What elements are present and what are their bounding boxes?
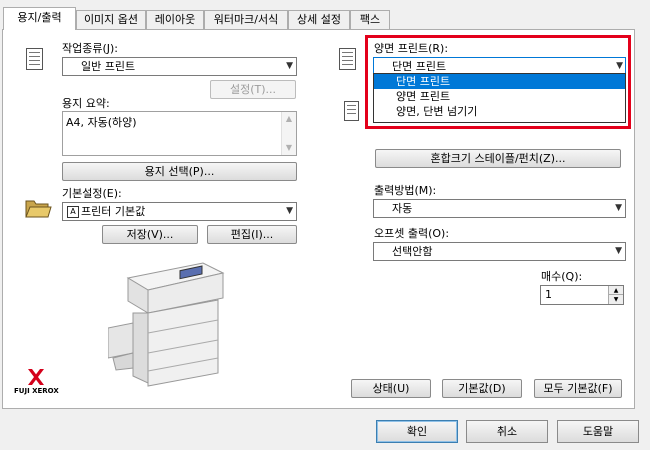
copies-spinner[interactable]: 1 ▲ ▼ [540, 285, 624, 305]
chevron-down-icon: ▼ [286, 61, 293, 71]
mixed-size-staple-button[interactable]: 혼합크기 스테이플/펀치(Z)... [375, 149, 621, 168]
save-preset-button[interactable]: 저장(V)... [102, 225, 198, 244]
offset-label: 오프셋 출력(O): [374, 227, 450, 240]
job-type-select[interactable]: 일반 프린트 ▼ [62, 57, 297, 76]
status-button[interactable]: 상태(U) [351, 379, 431, 398]
preset-value: 프린터 기본값 [81, 205, 146, 218]
ok-button[interactable]: 확인 [376, 420, 458, 443]
preset-select[interactable]: A 프린터 기본값 ▼ [62, 202, 297, 221]
offset-value: 선택안함 [392, 245, 433, 258]
chevron-down-icon: ▼ [615, 246, 622, 256]
job-type-label: 작업종류(J): [62, 42, 119, 55]
defaults-button[interactable]: 기본값(D) [442, 379, 522, 398]
tab-paper-output[interactable]: 용지/출력 [3, 7, 76, 30]
folder-icon [24, 196, 52, 220]
brand-text: FUJI XEROX [14, 387, 59, 395]
tab-watermark[interactable]: 워터마크/서식 [204, 10, 288, 29]
output-method-value: 자동 [392, 202, 413, 215]
output-method-label: 출력방법(M): [374, 184, 437, 197]
edit-preset-button[interactable]: 편집(I)... [207, 225, 297, 244]
paper-summary-box: A4, 자동(하양) ▲ ▼ [62, 111, 297, 156]
tab-layout[interactable]: 레이아웃 [146, 10, 204, 29]
help-button[interactable]: 도움말 [557, 420, 639, 443]
paper-summary-label: 용지 요약: [62, 97, 110, 110]
preset-a-icon: A [67, 206, 79, 218]
duplex-icon [339, 48, 356, 70]
cancel-button[interactable]: 취소 [466, 420, 548, 443]
tab-bar: 용지/출력 이미지 옵션 레이아웃 워터마크/서식 상세 설정 팩스 [0, 0, 650, 30]
copies-value: 1 [545, 288, 552, 301]
copies-label: 매수(Q): [541, 270, 583, 283]
paper-summary-value: A4, 자동(하양) [66, 116, 137, 129]
printer-illustration [107, 258, 228, 398]
preset-label: 기본설정(E): [62, 187, 122, 200]
paper-select-button[interactable]: 용지 선택(P)... [62, 162, 297, 181]
spin-down-icon[interactable]: ▼ [608, 294, 623, 304]
chevron-down-icon: ▼ [615, 203, 622, 213]
offset-select[interactable]: 선택안함 ▼ [373, 242, 626, 261]
chevron-down-icon: ▼ [286, 206, 293, 216]
job-type-value: 일반 프린트 [81, 60, 136, 73]
xerox-x-logo [26, 367, 46, 387]
output-method-select[interactable]: 자동 ▼ [373, 199, 626, 218]
highlight-box [365, 35, 631, 129]
scrollbar[interactable]: ▲ ▼ [281, 112, 296, 155]
job-type-icon [26, 48, 43, 70]
duplex-preview-icon [344, 101, 359, 121]
tab-fax[interactable]: 팩스 [350, 10, 390, 29]
tab-advanced[interactable]: 상세 설정 [288, 10, 350, 29]
tab-image-options[interactable]: 이미지 옵션 [76, 10, 146, 29]
settings-button[interactable]: 설정(T)... [210, 80, 296, 99]
all-defaults-button[interactable]: 모두 기본값(F) [534, 379, 622, 398]
